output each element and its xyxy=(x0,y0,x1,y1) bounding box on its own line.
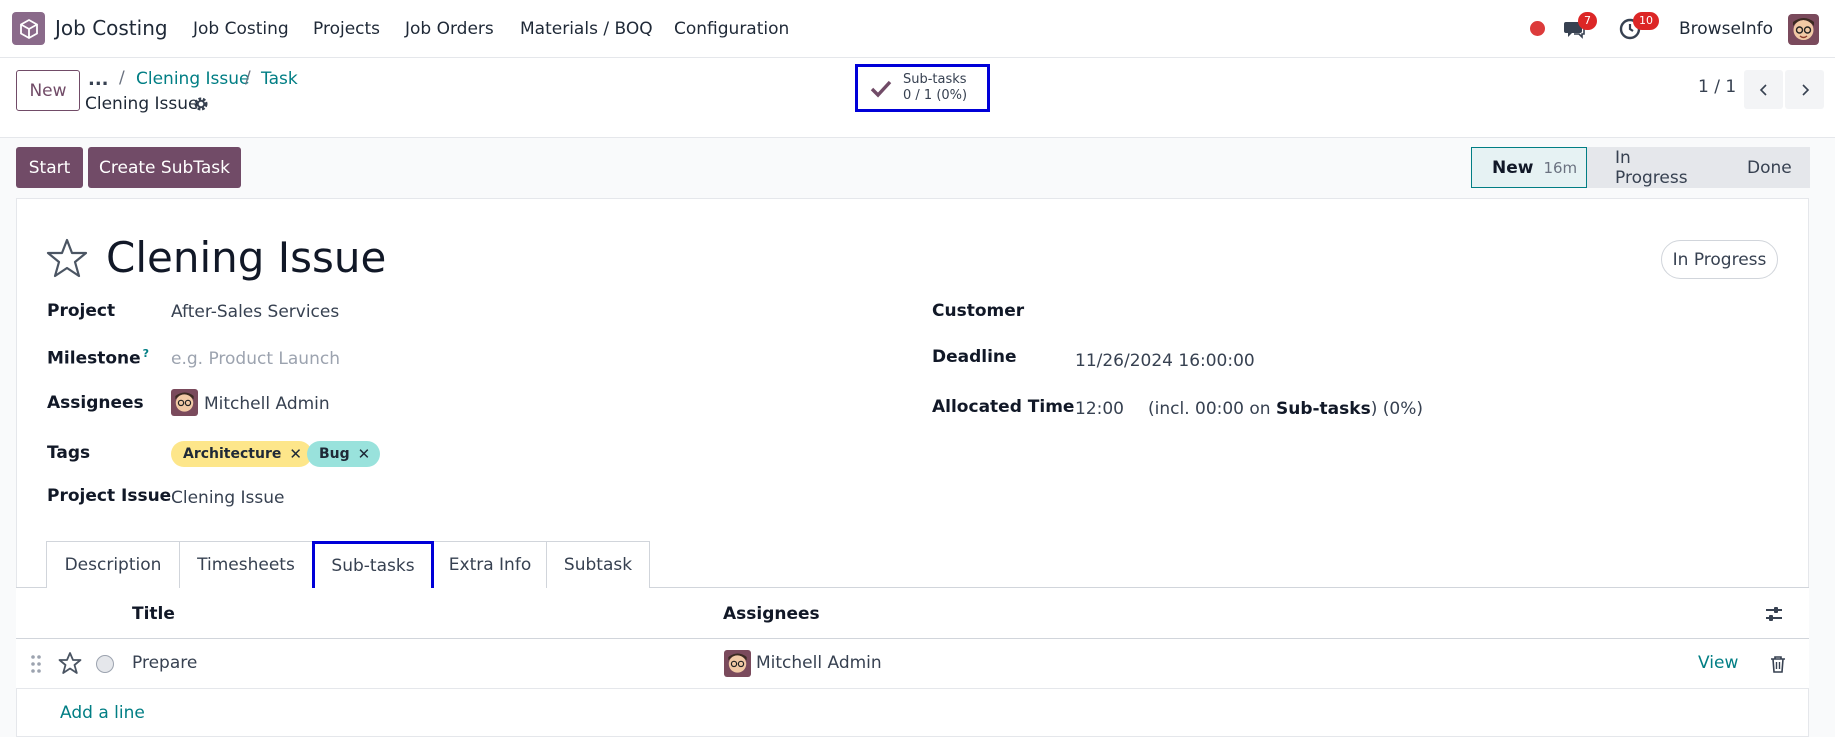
milestone-field[interactable]: e.g. Product Launch xyxy=(171,349,340,369)
close-icon[interactable]: ✕ xyxy=(358,445,371,463)
smart-button-value: 0 / 1 (0%) xyxy=(903,88,968,103)
drag-handle-icon[interactable] xyxy=(30,654,42,674)
column-title[interactable]: Title xyxy=(132,604,175,624)
project-field[interactable]: After-Sales Services xyxy=(171,302,339,322)
stage-statusbar: New 16m In Progress Done xyxy=(1471,147,1810,188)
tag-architecture[interactable]: Architecture ✕ xyxy=(171,441,312,467)
star-icon[interactable] xyxy=(46,237,88,279)
state-badge[interactable]: In Progress xyxy=(1661,240,1778,279)
allocated-note-prefix: (incl. 00:00 on xyxy=(1148,399,1276,419)
control-panel: New ... / Clening Issue / Task Clening I… xyxy=(0,58,1835,138)
breadcrumb-clening-issue[interactable]: Clening Issue xyxy=(136,69,249,89)
star-icon[interactable] xyxy=(58,651,82,675)
pager-previous-button[interactable] xyxy=(1744,70,1783,109)
deadline-field[interactable]: 11/26/2024 16:00:00 xyxy=(1075,351,1255,371)
stage-done-label: Done xyxy=(1747,157,1792,178)
pager-value[interactable]: 1 / 1 xyxy=(1698,77,1736,97)
smart-button-label: Sub-tasks xyxy=(903,72,967,87)
tab-timesheets[interactable]: Timesheets xyxy=(179,541,313,588)
gear-icon[interactable] xyxy=(193,96,209,112)
close-icon[interactable]: ✕ xyxy=(289,445,302,463)
assignees-label: Assignees xyxy=(47,393,144,413)
help-icon[interactable]: ? xyxy=(143,347,149,360)
app-logo-icon[interactable] xyxy=(12,12,45,45)
view-link[interactable]: View xyxy=(1698,653,1738,673)
stage-done[interactable]: Done xyxy=(1719,147,1810,188)
menu-job-orders[interactable]: Job Orders xyxy=(405,19,494,39)
tag-bug[interactable]: Bug ✕ xyxy=(307,441,381,467)
allocated-time-field[interactable]: 12:00 xyxy=(1075,399,1124,419)
optional-columns-icon[interactable] xyxy=(1764,604,1784,624)
subtasks-smart-button[interactable]: Sub-tasks 0 / 1 (0%) xyxy=(855,64,990,112)
tags-label: Tags xyxy=(47,443,91,463)
breadcrumb-more[interactable]: ... xyxy=(88,69,109,90)
deadline-label: Deadline xyxy=(932,347,1017,367)
stage-in-progress-label: In Progress xyxy=(1615,147,1688,188)
stage-new-duration: 16m xyxy=(1543,158,1578,177)
avatar xyxy=(171,389,198,416)
allocated-time-label: Allocated Time xyxy=(932,397,1075,417)
allocated-note-suffix: ) (0%) xyxy=(1370,399,1423,419)
allocated-time-note: (incl. 00:00 on Sub-tasks) (0%) xyxy=(1148,399,1423,419)
chevron-left-icon xyxy=(1759,83,1767,96)
add-line-link[interactable]: Add a line xyxy=(60,703,145,723)
project-label: Project xyxy=(47,301,116,321)
task-title[interactable]: Clening Issue xyxy=(106,233,386,282)
avatar[interactable] xyxy=(1788,14,1819,45)
menu-job-costing[interactable]: Job Costing xyxy=(193,19,289,39)
milestone-label: Milestone? xyxy=(47,347,149,369)
menu-materials-boq[interactable]: Materials / BOQ xyxy=(520,19,653,39)
subtasks-table-header: Title Assignees xyxy=(16,588,1809,639)
menu-projects[interactable]: Projects xyxy=(313,19,380,39)
table-row[interactable]: Prepare Mitchell Admin View xyxy=(16,639,1809,689)
chat-count-badge: 7 xyxy=(1578,12,1597,30)
breadcrumb-separator: / xyxy=(245,68,251,88)
top-navbar: Job Costing Job Costing Projects Job Ord… xyxy=(0,0,1835,58)
activity-count-badge: 10 xyxy=(1633,12,1659,30)
current-record-name: Clening Issue xyxy=(85,94,199,114)
notebook-tabs: Description Timesheets Sub-tasks Extra I… xyxy=(46,541,650,588)
row-assignee[interactable]: Mitchell Admin xyxy=(756,653,882,673)
column-assignees[interactable]: Assignees xyxy=(723,604,820,624)
app-name[interactable]: Job Costing xyxy=(55,16,168,40)
tag-bug-label: Bug xyxy=(319,446,350,462)
project-issue-field[interactable]: Clening Issue xyxy=(171,488,284,508)
project-issue-label: Project Issue xyxy=(47,486,172,506)
stage-new-label: New xyxy=(1492,157,1534,178)
status-circle-icon[interactable] xyxy=(96,655,114,673)
breadcrumb-separator: / xyxy=(119,68,125,88)
tab-sub-tasks[interactable]: Sub-tasks xyxy=(312,541,434,588)
allocated-note-bold: Sub-tasks xyxy=(1275,399,1371,419)
status-dot-icon[interactable] xyxy=(1530,21,1545,36)
tag-architecture-label: Architecture xyxy=(183,446,282,462)
assignees-field[interactable]: Mitchell Admin xyxy=(204,394,330,414)
check-icon xyxy=(870,77,892,99)
start-button[interactable]: Start xyxy=(16,147,83,188)
new-button[interactable]: New xyxy=(16,70,80,111)
pager-next-button[interactable] xyxy=(1785,70,1824,109)
trash-icon[interactable] xyxy=(1770,655,1786,673)
breadcrumb-task[interactable]: Task xyxy=(261,69,298,89)
milestone-label-text: Milestone xyxy=(47,348,141,369)
row-title[interactable]: Prepare xyxy=(132,653,197,673)
tab-subtask[interactable]: Subtask xyxy=(546,541,650,588)
customer-label: Customer xyxy=(932,301,1025,321)
menu-configuration[interactable]: Configuration xyxy=(674,19,789,39)
tab-description[interactable]: Description xyxy=(46,541,180,588)
stage-new[interactable]: New 16m xyxy=(1471,147,1587,188)
tab-extra-info[interactable]: Extra Info xyxy=(433,541,547,588)
user-menu[interactable]: BrowseInfo xyxy=(1679,19,1773,39)
create-subtask-button[interactable]: Create SubTask xyxy=(88,147,241,188)
chevron-right-icon xyxy=(1801,83,1809,96)
avatar xyxy=(724,650,751,677)
stage-in-progress[interactable]: In Progress xyxy=(1587,147,1719,188)
